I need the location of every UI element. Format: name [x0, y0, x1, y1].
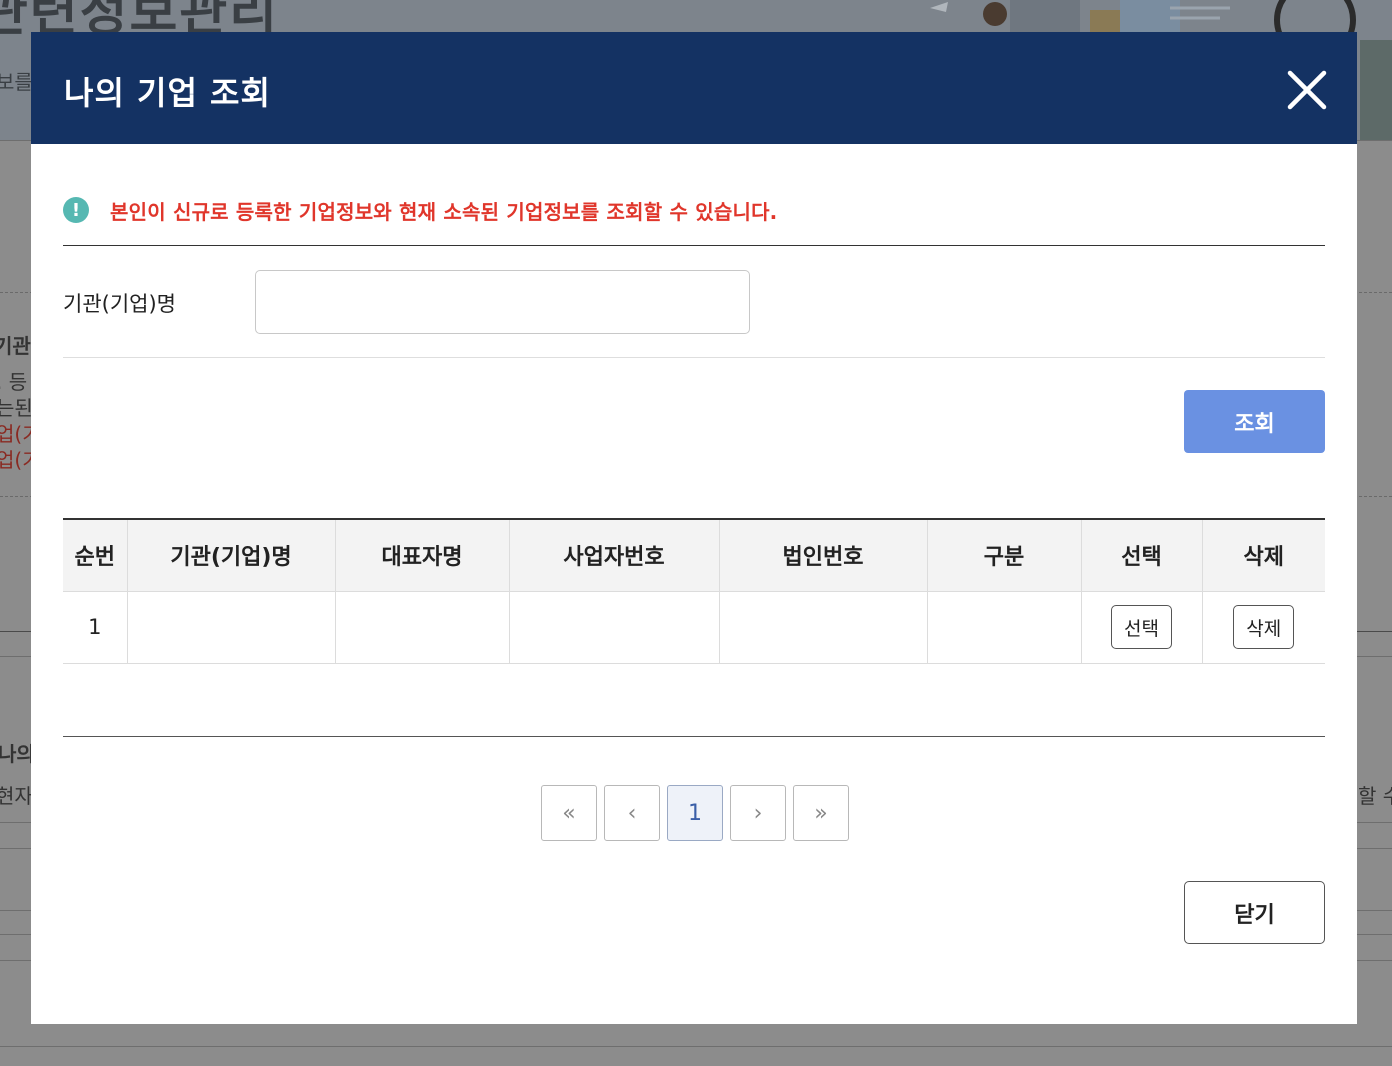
cell-delete: 삭제	[1202, 591, 1325, 664]
notice-message: ! 본인이 신규로 등록한 기업정보와 현재 소속된 기업정보를 조회할 수 있…	[63, 197, 778, 224]
background-section-text: 현자	[0, 784, 33, 808]
page-number-button[interactable]: 1	[667, 785, 723, 841]
delete-button[interactable]: 삭제	[1233, 605, 1295, 649]
background-hero-subtitle: 보를	[0, 70, 33, 94]
next-page-button[interactable]: ›	[730, 785, 786, 841]
company-name-label: 기관(기업)명	[63, 292, 176, 316]
background-side-line: . 등	[0, 370, 28, 394]
cell-no: 1	[63, 591, 128, 664]
divider	[63, 245, 1325, 246]
close-icon[interactable]	[1285, 68, 1329, 112]
table-row: 1 선택 삭제	[63, 591, 1325, 664]
table-header-row: 순번 기관(기업)명 대표자명 사업자번호 법인번호 구분 선택 삭제	[63, 519, 1325, 592]
cell-type	[927, 591, 1082, 664]
company-name-input[interactable]	[255, 270, 750, 334]
column-header-corporate-number: 법인번호	[719, 519, 928, 592]
column-header-type: 구분	[927, 519, 1082, 592]
my-company-search-modal: 나의 기업 조회 ! 본인이 신규로 등록한 기업정보와 현재 소속된 기업정보…	[31, 32, 1357, 1024]
column-header-ceo: 대표자명	[335, 519, 510, 592]
background-divider	[0, 1046, 1392, 1047]
column-header-no: 순번	[63, 519, 128, 592]
cell-ceo	[335, 591, 510, 664]
column-header-delete: 삭제	[1202, 519, 1325, 592]
column-header-select: 선택	[1081, 519, 1203, 592]
divider	[63, 736, 1325, 737]
modal-header: 나의 기업 조회	[31, 32, 1357, 144]
cell-business-number	[509, 591, 720, 664]
close-button[interactable]: 닫기	[1184, 881, 1325, 944]
search-button[interactable]: 조회	[1184, 390, 1325, 453]
background-section-title: 나의	[0, 742, 35, 766]
background-section-text-right: 할 수	[1358, 784, 1392, 808]
background-side-line: 는된	[0, 396, 33, 420]
cell-select: 선택	[1081, 591, 1203, 664]
last-page-button[interactable]: »	[793, 785, 849, 841]
modal-title: 나의 기업 조회	[64, 74, 271, 112]
prev-page-button[interactable]: ‹	[604, 785, 660, 841]
first-page-button[interactable]: «	[541, 785, 597, 841]
company-table: 순번 기관(기업)명 대표자명 사업자번호 법인번호 구분 선택 삭제 1 선택	[63, 518, 1325, 664]
select-button[interactable]: 선택	[1111, 605, 1172, 649]
divider	[63, 357, 1325, 358]
column-header-business-number: 사업자번호	[509, 519, 720, 592]
notice-text: 본인이 신규로 등록한 기업정보와 현재 소속된 기업정보를 조회할 수 있습니…	[110, 199, 778, 224]
pagination: « ‹ 1 › »	[541, 785, 856, 841]
exclamation-icon: !	[63, 197, 89, 223]
cell-company-name	[127, 591, 336, 664]
column-header-company-name: 기관(기업)명	[127, 519, 336, 592]
cell-corporate-number	[719, 591, 928, 664]
